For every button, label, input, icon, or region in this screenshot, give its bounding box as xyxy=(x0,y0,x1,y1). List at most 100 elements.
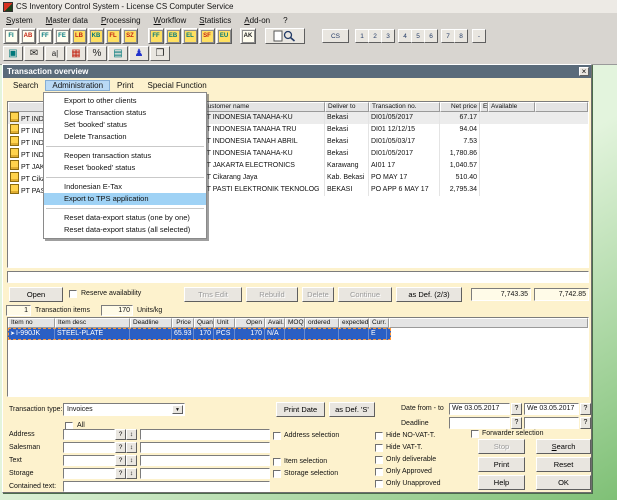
address-input[interactable] xyxy=(63,429,115,440)
storage-selection-checkbox[interactable] xyxy=(273,470,281,478)
col-header-avail[interactable]: Avail. xyxy=(265,318,285,328)
deadline-from-lookup-button[interactable]: ? xyxy=(511,417,522,429)
text-lookup-button[interactable]: ? xyxy=(115,455,126,466)
date-to-lookup-button[interactable]: ? xyxy=(580,403,591,415)
toolbar-mail-button[interactable]: ✉ xyxy=(24,46,44,61)
menu-help[interactable]: ? xyxy=(283,16,287,25)
hide-no-vat-checkbox[interactable] xyxy=(375,432,383,440)
stop-button[interactable]: Stop xyxy=(478,439,525,454)
quick-button-6[interactable]: 6 xyxy=(424,29,438,43)
storage-range-button[interactable]: ↕ xyxy=(126,468,137,479)
toolbar-doc-button-1[interactable]: FI xyxy=(3,28,19,44)
deadline-from-input[interactable] xyxy=(449,417,510,429)
toolbar-window-button[interactable]: ❐ xyxy=(150,46,170,61)
trns-edit-button[interactable]: Trns Edit xyxy=(184,287,242,302)
help-button[interactable]: Help xyxy=(478,475,525,490)
menu-statistics[interactable]: Statistics xyxy=(199,16,231,25)
col-header-item-no[interactable]: Item no xyxy=(8,318,55,328)
col-header-unit[interactable]: Unit xyxy=(214,318,235,328)
text-name-input[interactable] xyxy=(140,455,270,466)
col-header-curr[interactable]: Curr. xyxy=(369,318,389,328)
col-header-item-desc[interactable]: Item desc xyxy=(55,318,130,328)
menu-workflow[interactable]: Workflow xyxy=(154,16,187,25)
as-def-button[interactable]: as Def. (2/3) xyxy=(396,287,462,302)
quick-button-1[interactable]: 1 xyxy=(355,29,369,43)
ok-button[interactable]: OK xyxy=(536,475,591,490)
salesman-range-button[interactable]: ↕ xyxy=(126,442,137,453)
toolbar-find-button[interactable] xyxy=(265,28,305,44)
quick-button-minus[interactable]: - xyxy=(472,29,486,43)
deadline-to-lookup-button[interactable]: ? xyxy=(580,417,591,429)
toolbar-doc-button-3[interactable]: FF xyxy=(37,28,53,44)
menu-print[interactable]: Print xyxy=(110,80,140,91)
quick-button-3[interactable]: 3 xyxy=(381,29,395,43)
toolbar-doc-button-7[interactable]: FL xyxy=(105,28,121,44)
date-to-input[interactable]: We 03.05.2017 xyxy=(524,403,579,415)
quick-button-5[interactable]: 5 xyxy=(411,29,425,43)
menu-item-export-to-tps-application[interactable]: Export to TPS application xyxy=(44,193,206,205)
toolbar-doc-button-4[interactable]: FE xyxy=(54,28,70,44)
open-button[interactable]: Open xyxy=(9,287,63,302)
menu-processing[interactable]: Processing xyxy=(101,16,141,25)
menu-item-set-booked-status[interactable]: Set 'booked' status xyxy=(44,119,206,131)
close-icon[interactable]: × xyxy=(579,67,589,76)
date-from-input[interactable]: We 03.05.2017 xyxy=(449,403,510,415)
toolbar-doc-button-2[interactable]: AB xyxy=(20,28,36,44)
toolbar-doc-button-5[interactable]: LB xyxy=(71,28,87,44)
deadline-to-input[interactable] xyxy=(524,417,579,429)
salesman-name-input[interactable] xyxy=(140,442,270,453)
toolbar-doc-button-13[interactable]: EU xyxy=(216,28,232,44)
col-header-price[interactable]: Price xyxy=(172,318,194,328)
delete-button[interactable]: Delete xyxy=(302,287,334,302)
col-header-e[interactable]: E xyxy=(480,102,488,112)
col-header-deliver-to[interactable]: Deliver to xyxy=(325,102,369,112)
col-header-customer[interactable]: Customer name xyxy=(200,102,325,112)
search-button[interactable]: Search xyxy=(536,439,591,454)
menu-master-data[interactable]: Master data xyxy=(46,16,88,25)
reserve-availability-checkbox[interactable] xyxy=(69,290,77,298)
toolbar-doc-button-10[interactable]: EB xyxy=(165,28,181,44)
menu-item-close-transaction-status[interactable]: Close Transaction status xyxy=(44,107,206,119)
hide-vat-checkbox[interactable] xyxy=(375,444,383,452)
quick-button-8[interactable]: 8 xyxy=(454,29,468,43)
address-lookup-button[interactable]: ? xyxy=(115,429,126,440)
item-selection-checkbox[interactable] xyxy=(273,458,281,466)
contained-text-input[interactable] xyxy=(63,481,270,492)
col-header-deadline[interactable]: Deadline xyxy=(130,318,172,328)
toolbar-doc-button-12[interactable]: SF xyxy=(199,28,215,44)
menu-item-indonesian-e-tax[interactable]: Indonesian E-Tax xyxy=(44,181,206,193)
menu-item-delete-transaction[interactable]: Delete Transaction xyxy=(44,131,206,143)
rebuild-button[interactable]: Rebuild xyxy=(246,287,298,302)
toolbar-percent-button[interactable]: % xyxy=(87,46,107,61)
print-button[interactable]: Print xyxy=(478,457,525,472)
quick-button-7[interactable]: 7 xyxy=(441,29,455,43)
col-header-available[interactable]: Available xyxy=(488,102,535,112)
toolbar-doc-button-14[interactable]: AK xyxy=(240,28,256,44)
transaction-type-select[interactable]: Invoices ▼ xyxy=(63,403,185,416)
col-header-expected[interactable]: expected... xyxy=(339,318,369,328)
toolbar-notes-button[interactable]: a| xyxy=(45,46,65,61)
address-range-button[interactable]: ↕ xyxy=(126,429,137,440)
as-def-s-button[interactable]: as Def. 'S' xyxy=(329,402,375,417)
address-name-input[interactable] xyxy=(140,429,270,440)
toolbar-screen-button[interactable]: ▣ xyxy=(3,46,23,61)
continue-button[interactable]: Continue xyxy=(338,287,392,302)
toolbar-archive-button[interactable]: ▤ xyxy=(108,46,128,61)
menu-item-reopen-transaction-status[interactable]: Reopen transaction status xyxy=(44,150,206,162)
only-unapproved-checkbox[interactable] xyxy=(375,480,383,488)
col-header-open[interactable]: Open xyxy=(235,318,265,328)
col-header-quant[interactable]: Quant. xyxy=(194,318,214,328)
quick-button-cs[interactable]: CS xyxy=(322,29,349,43)
menu-item-export-other-clients[interactable]: Export to other clients xyxy=(44,95,206,107)
text-range-button[interactable]: ↕ xyxy=(126,455,137,466)
print-date-button[interactable]: Print Date xyxy=(276,402,325,417)
toolbar-table-button[interactable]: ▦ xyxy=(66,46,86,61)
only-deliverable-checkbox[interactable] xyxy=(375,456,383,464)
menu-special-function[interactable]: Special Function xyxy=(141,80,214,91)
menu-system[interactable]: System xyxy=(6,16,33,25)
item-row-selected[interactable]: ➤I-990JK STEEL-PLATE 65.93 170 PCS 170 N… xyxy=(8,328,391,340)
salesman-input[interactable] xyxy=(63,442,115,453)
quick-button-2[interactable]: 2 xyxy=(368,29,382,43)
salesman-lookup-button[interactable]: ? xyxy=(115,442,126,453)
col-header-transaction-no[interactable]: Transaction no. xyxy=(369,102,440,112)
